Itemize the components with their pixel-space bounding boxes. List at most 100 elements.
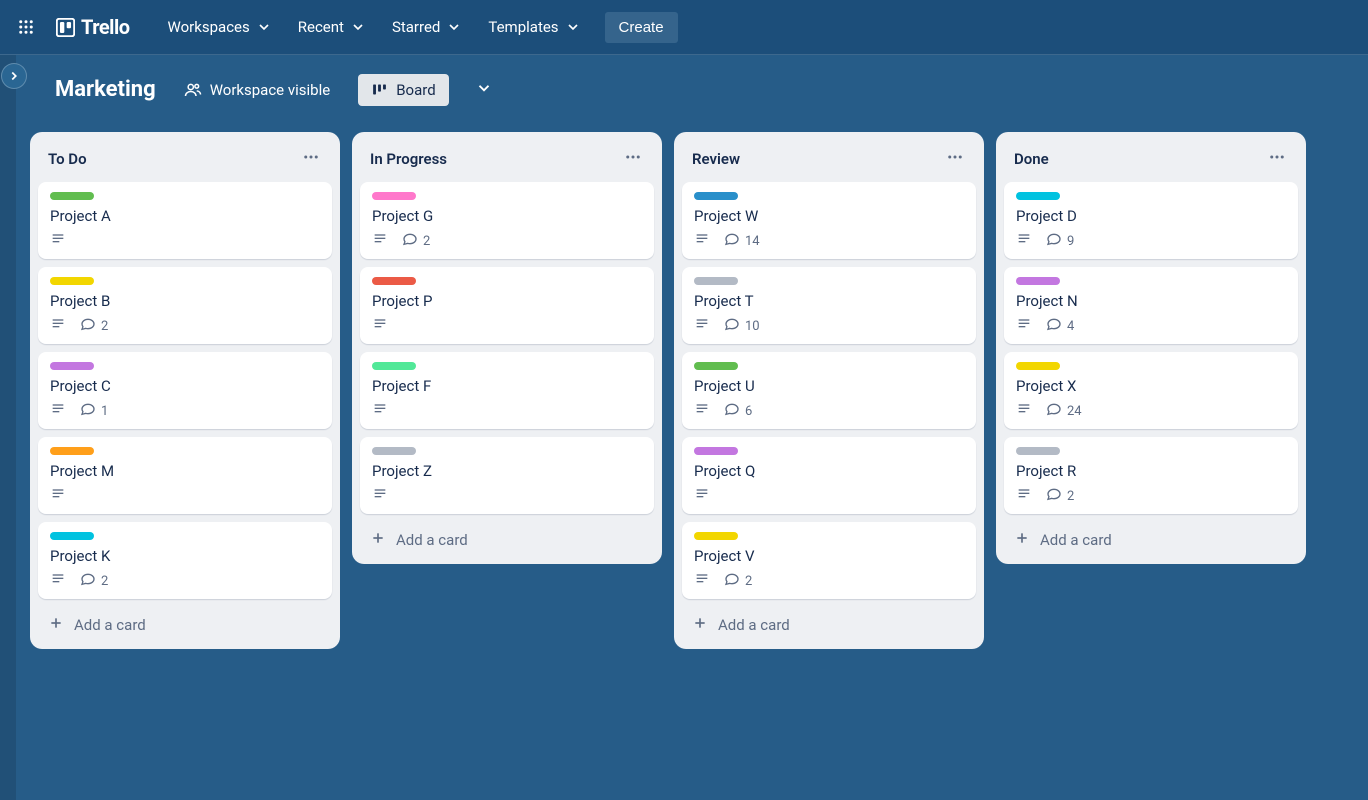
add-card-label: Add a card	[396, 531, 468, 549]
nav-item-starred[interactable]: Starred	[380, 12, 474, 42]
add-card-button[interactable]: Add a card	[360, 520, 654, 554]
description-badge	[694, 486, 710, 506]
card[interactable]: Project G2	[360, 182, 654, 259]
list-title[interactable]: To Do	[48, 150, 87, 168]
board-header: Marketing Workspace visible Board	[0, 55, 1368, 124]
plus-icon	[692, 615, 708, 635]
horizontal-dots-icon	[624, 151, 642, 170]
sidebar-collapsed-rail[interactable]	[0, 55, 16, 800]
card[interactable]: Project B2	[38, 267, 332, 344]
card-badges	[50, 486, 320, 506]
card-label[interactable]	[50, 362, 94, 370]
list-title[interactable]: In Progress	[370, 150, 447, 168]
card-label[interactable]	[694, 532, 738, 540]
card-badges	[694, 486, 964, 506]
card-label[interactable]	[694, 362, 738, 370]
card[interactable]: Project C1	[38, 352, 332, 429]
list-actions-button[interactable]	[944, 146, 966, 172]
card[interactable]: Project W14	[682, 182, 976, 259]
card[interactable]: Project R2	[1004, 437, 1298, 514]
card-label[interactable]	[1016, 277, 1060, 285]
board-canvas[interactable]: To DoProject AProject B2Project C1Projec…	[0, 124, 1368, 657]
card-label[interactable]	[1016, 362, 1060, 370]
apps-grid-icon[interactable]	[10, 11, 42, 43]
card-title: Project D	[1016, 207, 1286, 225]
create-button[interactable]: Create	[605, 12, 678, 43]
description-badge	[1016, 401, 1032, 421]
list-title[interactable]: Review	[692, 150, 740, 168]
list: Review Project W14 Project T10 Project U6 Pr…	[674, 132, 984, 649]
comments-badge: 2	[80, 316, 108, 336]
card-title: Project C	[50, 377, 320, 395]
description-icon	[50, 401, 66, 421]
chevron-down-icon	[475, 79, 493, 97]
card[interactable]: Project N4	[1004, 267, 1298, 344]
card-label[interactable]	[1016, 192, 1060, 200]
board-title[interactable]: Marketing	[55, 77, 156, 102]
trello-logo[interactable]: Trello	[48, 15, 138, 39]
comments-count: 9	[1067, 234, 1074, 249]
nav-item-recent[interactable]: Recent	[286, 12, 378, 42]
cards-container: Project A Project B2 Project C1 Project M Pr…	[38, 182, 332, 599]
card-badges: 2	[50, 571, 320, 591]
description-badge	[372, 401, 388, 421]
card[interactable]: Project T10	[682, 267, 976, 344]
card[interactable]: Project X24	[1004, 352, 1298, 429]
card-badges: 6	[694, 401, 964, 421]
nav-item-templates[interactable]: Templates	[476, 12, 592, 42]
add-card-button[interactable]: Add a card	[682, 605, 976, 639]
card[interactable]: Project F	[360, 352, 654, 429]
visibility-label: Workspace visible	[210, 81, 331, 99]
list-actions-button[interactable]	[1266, 146, 1288, 172]
comments-count: 2	[1067, 489, 1074, 504]
card[interactable]: Project K2	[38, 522, 332, 599]
card-label[interactable]	[372, 362, 416, 370]
description-icon	[1016, 231, 1032, 251]
comment-icon	[1046, 231, 1062, 251]
nav-item-label: Templates	[488, 18, 558, 36]
card-label[interactable]	[1016, 447, 1060, 455]
card-label[interactable]	[50, 277, 94, 285]
comments-count: 2	[745, 574, 752, 589]
description-icon	[694, 571, 710, 591]
card[interactable]: Project A	[38, 182, 332, 259]
card[interactable]: Project V2	[682, 522, 976, 599]
card-label[interactable]	[50, 192, 94, 200]
card[interactable]: Project Z	[360, 437, 654, 514]
card-label[interactable]	[694, 192, 738, 200]
list-title[interactable]: Done	[1014, 150, 1049, 168]
board-view-button[interactable]: Board	[358, 74, 448, 106]
card[interactable]: Project P	[360, 267, 654, 344]
view-switcher-button[interactable]	[467, 73, 501, 107]
chevron-down-icon	[350, 19, 366, 35]
nav-item-workspaces[interactable]: Workspaces	[156, 12, 284, 42]
list-actions-button[interactable]	[622, 146, 644, 172]
list-actions-button[interactable]	[300, 146, 322, 172]
card-label[interactable]	[694, 277, 738, 285]
card-label[interactable]	[372, 192, 416, 200]
description-icon	[372, 486, 388, 506]
card-label[interactable]	[694, 447, 738, 455]
card[interactable]: Project Q	[682, 437, 976, 514]
description-badge	[694, 316, 710, 336]
description-icon	[50, 571, 66, 591]
card[interactable]: Project U6	[682, 352, 976, 429]
comments-count: 4	[1067, 319, 1074, 334]
description-badge	[1016, 231, 1032, 251]
workspace-visibility-button[interactable]: Workspace visible	[174, 75, 341, 105]
card[interactable]: Project M	[38, 437, 332, 514]
description-badge	[372, 231, 388, 251]
card-label[interactable]	[50, 447, 94, 455]
people-icon	[184, 81, 202, 99]
comment-icon	[80, 316, 96, 336]
comments-badge: 6	[724, 401, 752, 421]
add-card-button[interactable]: Add a card	[1004, 520, 1298, 554]
add-card-button[interactable]: Add a card	[38, 605, 332, 639]
comments-badge: 9	[1046, 231, 1074, 251]
card-title: Project Q	[694, 462, 964, 480]
card[interactable]: Project D 9	[1004, 182, 1298, 259]
card-label[interactable]	[50, 532, 94, 540]
card-label[interactable]	[372, 447, 416, 455]
sidebar-expand-button[interactable]	[1, 63, 27, 89]
card-label[interactable]	[372, 277, 416, 285]
